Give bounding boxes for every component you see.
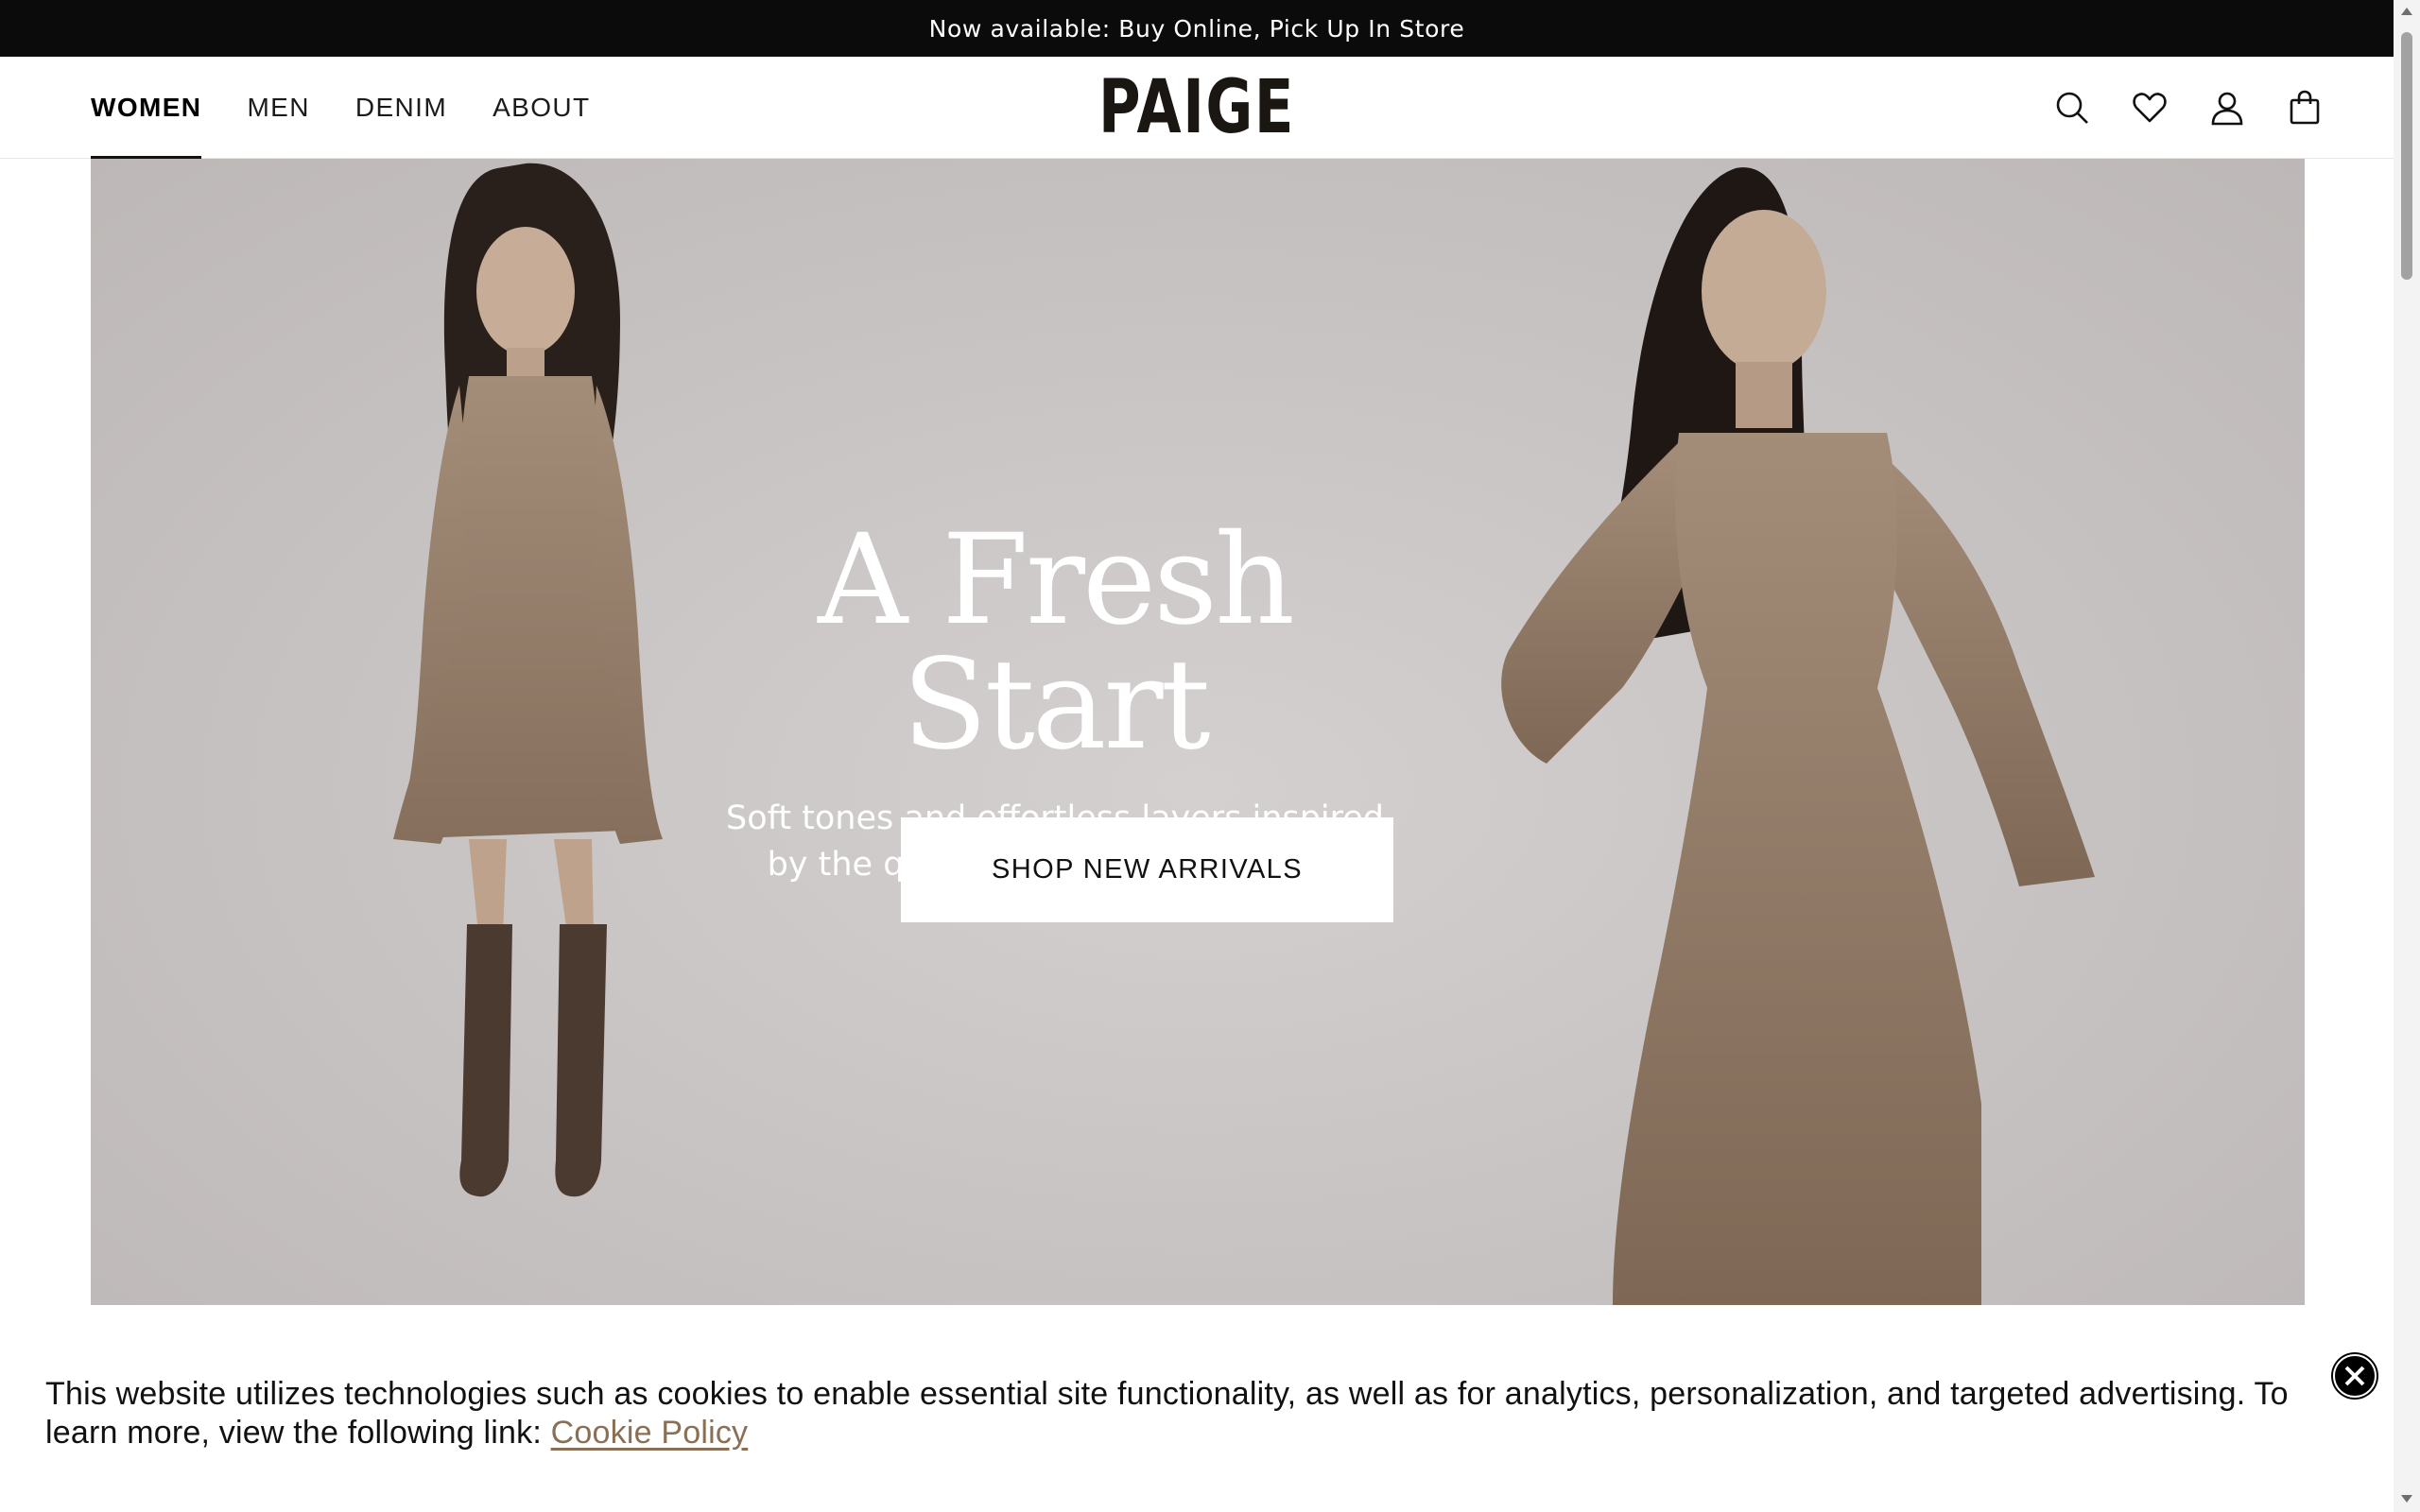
page-scrollbar[interactable]	[2394, 0, 2420, 1512]
heart-icon[interactable]	[2129, 87, 2170, 129]
shop-new-arrivals-button[interactable]: SHOP NEW ARRIVALS	[901, 817, 1393, 922]
cookie-banner-text: This website utilizes technologies such …	[45, 1375, 2342, 1452]
hero-title: A Fresh Start	[818, 507, 1295, 778]
scroll-down-arrow-icon[interactable]	[2401, 1495, 2412, 1503]
cookie-message: This website utilizes technologies such …	[45, 1376, 2289, 1451]
scroll-up-arrow-icon[interactable]	[2401, 8, 2412, 15]
nav-item-denim[interactable]: DENIM	[355, 57, 447, 159]
cookie-banner: This website utilizes technologies such …	[0, 1305, 2394, 1512]
model-right-image	[1501, 167, 2095, 1305]
account-icon[interactable]	[2206, 87, 2248, 129]
hero-banner[interactable]: A Fresh Start Soft tones and effortless …	[91, 159, 2305, 1305]
close-icon[interactable]	[2331, 1352, 2378, 1400]
nav-item-about[interactable]: ABOUT	[493, 57, 590, 159]
page: Now available: Buy Online, Pick Up In St…	[0, 0, 2420, 1512]
brand-logo[interactable]: PAIGE	[1098, 64, 1293, 151]
cookie-policy-link[interactable]: Cookie Policy	[551, 1415, 749, 1451]
announcement-text[interactable]: Now available: Buy Online, Pick Up In St…	[929, 15, 1465, 43]
header-icons	[2015, 57, 2325, 159]
nav-item-men[interactable]: MEN	[247, 57, 309, 159]
search-icon[interactable]	[2051, 87, 2093, 129]
site-header: WOMEN MEN DENIM ABOUT PAIGE	[0, 57, 2394, 160]
scroll-thumb[interactable]	[2401, 32, 2412, 280]
primary-nav: WOMEN MEN DENIM ABOUT	[91, 57, 636, 160]
bag-icon[interactable]	[2284, 87, 2325, 129]
announcement-bar[interactable]: Now available: Buy Online, Pick Up In St…	[0, 0, 2394, 57]
nav-item-women[interactable]: WOMEN	[91, 57, 202, 160]
